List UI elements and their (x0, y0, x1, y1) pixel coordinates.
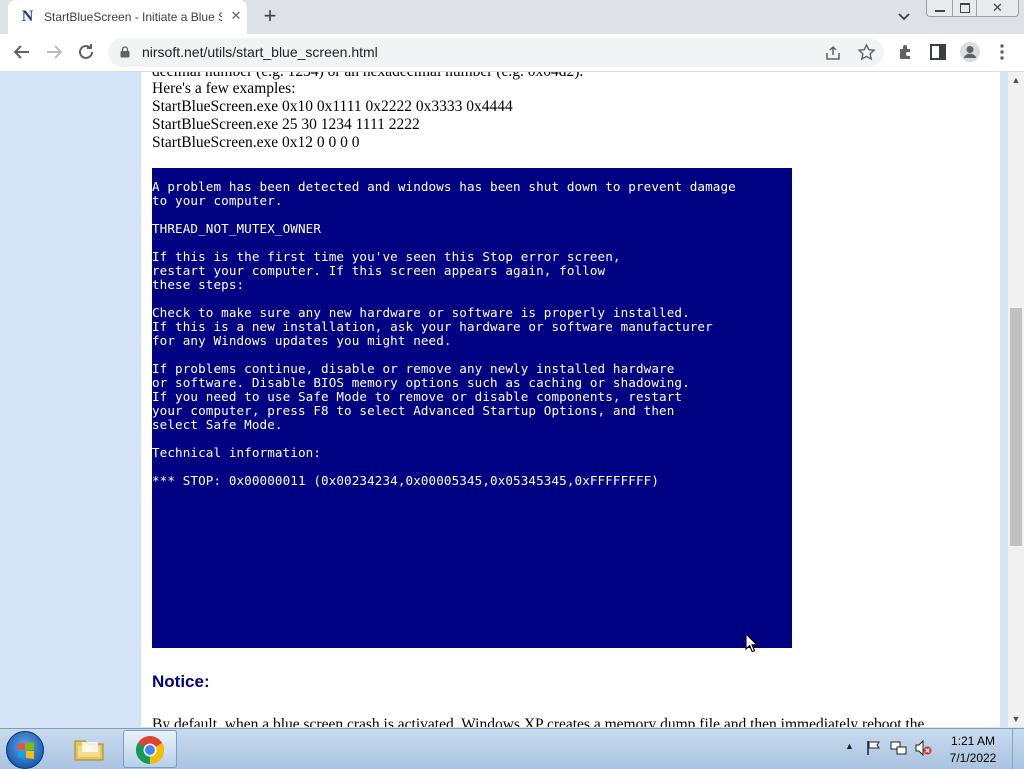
scroll-down-arrow-icon[interactable]: ▼ (1008, 711, 1024, 727)
show-hidden-icons-arrow-icon[interactable]: ▲ (845, 741, 854, 751)
address-bar[interactable]: nirsoft.net/utils/start_blue_screen.html (108, 38, 884, 67)
forward-arrow-icon[interactable] (42, 40, 66, 64)
star-icon[interactable] (857, 43, 876, 62)
vertical-scrollbar[interactable]: ▲ ▼ (1008, 72, 1024, 727)
restore-button[interactable] (952, 0, 977, 17)
bsod-line: A problem has been detected and windows … (152, 179, 736, 194)
page-content: decimal number (e.g. 1234) or an hexadec… (141, 72, 1000, 727)
bsod-line: your computer, press F8 to select Advanc… (152, 403, 675, 418)
page-viewport: decimal number (e.g. 1234) or an hexadec… (0, 72, 1008, 727)
bsod-line: If problems continue, disable or remove … (152, 361, 675, 376)
mouse-pointer-icon (745, 633, 759, 653)
right-page-margin (1000, 72, 1008, 727)
windows-taskbar: ▲ 1:21 AM 7/1/2022 (0, 728, 1024, 769)
blue-screen-image: A problem has been detected and windows … (152, 168, 792, 648)
new-tab-plus-icon[interactable]: + (258, 5, 282, 29)
bsod-line: select Safe Mode. (152, 417, 283, 432)
bsod-line: restart your computer. If this screen ap… (152, 263, 606, 278)
bsod-error-code: THREAD_NOT_MUTEX_OWNER (152, 221, 322, 236)
bsod-line: to your computer. (152, 193, 283, 208)
url-text: nirsoft.net/utils/start_blue_screen.html (142, 44, 378, 60)
bsod-line: If you need to use Safe Mode to remove o… (152, 389, 683, 404)
windows-logo-icon (18, 742, 34, 759)
notice-heading: Notice: (152, 672, 210, 691)
code-example-line: StartBlueScreen.exe 0x10 0x1111 0x2222 0… (152, 98, 513, 115)
notice-paragraph: By default, when a blue screen crash is … (152, 716, 925, 727)
kebab-menu-icon[interactable] (990, 40, 1014, 64)
tab-search-chevron-icon[interactable] (893, 8, 915, 26)
bsod-line: for any Windows updates you might need. (152, 333, 452, 348)
show-desktop-button[interactable] (1012, 729, 1024, 769)
bsod-stop-code: *** STOP: 0x00000011 (0x00234234,0x00005… (152, 473, 660, 488)
code-example-line: StartBlueScreen.exe 0x12 0 0 0 0 (152, 134, 360, 151)
close-icon[interactable]: ✕ (228, 8, 244, 24)
browser-toolbar: nirsoft.net/utils/start_blue_screen.html (0, 34, 1024, 72)
volume-muted-icon[interactable] (914, 739, 932, 757)
scrollbar-thumb[interactable] (1010, 308, 1022, 546)
start-button[interactable] (6, 731, 44, 769)
back-arrow-icon[interactable] (10, 40, 34, 64)
code-example-line: StartBlueScreen.exe 25 30 1234 1111 2222 (152, 116, 420, 133)
profile-icon[interactable] (958, 40, 982, 64)
reload-icon[interactable] (74, 40, 98, 64)
bsod-line: If this is the first time you've seen th… (152, 249, 621, 264)
puzzle-icon[interactable] (894, 40, 918, 64)
nirsoft-favicon-icon: N (21, 8, 34, 25)
taskbar-file-explorer[interactable] (62, 730, 116, 768)
chrome-icon (136, 736, 164, 764)
bsod-line: If this is a new installation, ask your … (152, 319, 713, 334)
share-icon[interactable] (824, 44, 842, 62)
close-icon: ✕ (992, 0, 1003, 15)
tab-strip: N StartBlueScreen - Initiate a Blue S ✕ … (0, 0, 1024, 34)
minimize-button[interactable] (926, 0, 953, 17)
folder-icon (74, 740, 104, 761)
taskbar-chrome[interactable] (123, 730, 177, 768)
scroll-up-arrow-icon[interactable]: ▲ (1008, 72, 1024, 88)
bsod-line: or software. Disable BIOS memory options… (152, 375, 690, 390)
clock-date[interactable]: 7/1/2022 (940, 751, 1006, 765)
browser-tab[interactable]: N StartBlueScreen - Initiate a Blue S ✕ (8, 0, 247, 34)
bsod-line: Check to make sure any new hardware or s… (152, 305, 690, 320)
lock-icon[interactable] (120, 46, 130, 58)
network-icon[interactable] (890, 739, 908, 757)
text-line: Here's a few examples: (152, 80, 296, 97)
window-close-button[interactable]: ✕ (976, 0, 1019, 17)
left-page-margin (0, 72, 141, 727)
bsod-line: Technical information: (152, 445, 322, 460)
tab-title: StartBlueScreen - Initiate a Blue S (44, 10, 222, 24)
clock-time[interactable]: 1:21 AM (940, 734, 1006, 748)
action-center-flag-icon[interactable] (866, 740, 882, 756)
side-panel-icon[interactable] (926, 40, 950, 64)
bsod-line: these steps: (152, 277, 245, 292)
